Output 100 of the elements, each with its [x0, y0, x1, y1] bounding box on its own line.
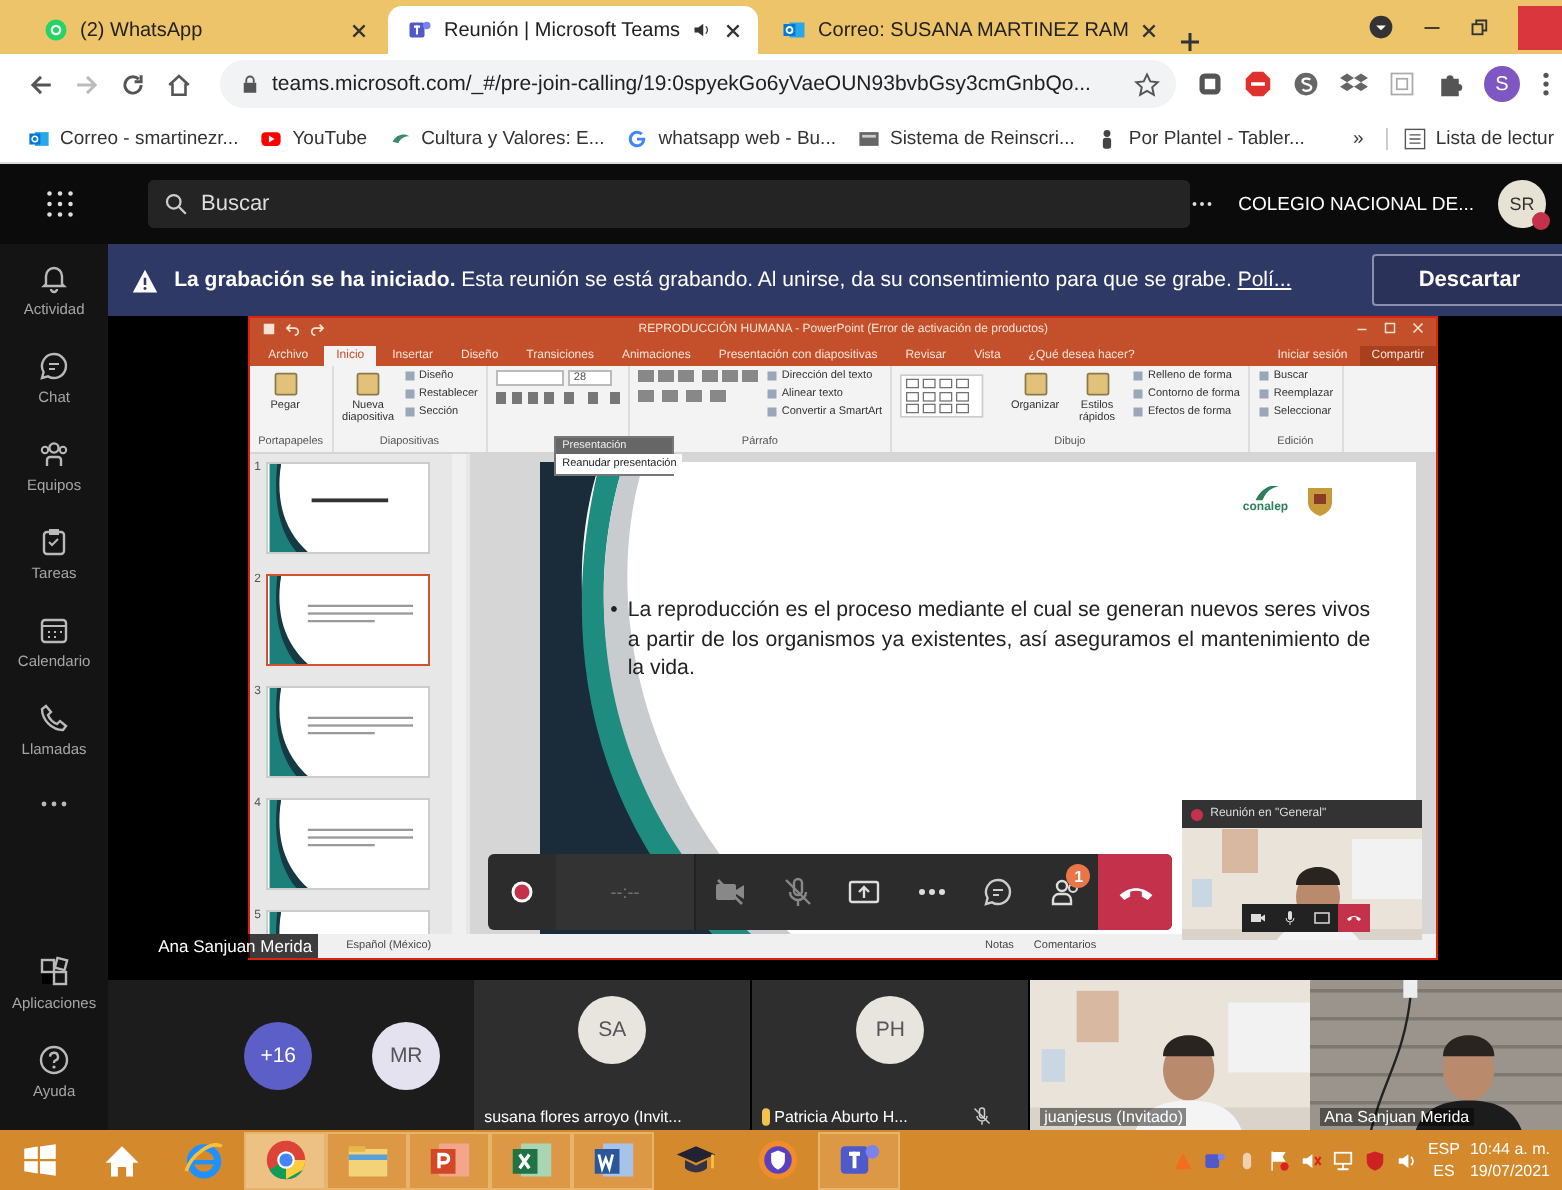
dropdown-icon[interactable]	[1368, 14, 1394, 40]
share-screen-icon	[848, 876, 881, 908]
extension-icon[interactable]	[1196, 70, 1224, 98]
ribbon-command-icon	[271, 370, 300, 398]
slide-thumbnail[interactable]	[266, 462, 431, 554]
document-app-icon[interactable]	[591, 1138, 635, 1182]
ribbon-command-icon	[1021, 370, 1050, 398]
font-name-field[interactable]	[495, 370, 564, 386]
start-icon[interactable]	[22, 1142, 58, 1178]
bookmark[interactable]: Cultura y Valores: E...	[389, 127, 605, 149]
taskbar-app[interactable]	[490, 1131, 572, 1189]
chat-bubble-icon	[44, 18, 68, 42]
skype-icon[interactable]	[1292, 70, 1320, 98]
adblock-icon[interactable]	[1244, 70, 1272, 98]
ribbon-command-icon	[354, 370, 383, 398]
camera-icon[interactable]	[1250, 910, 1267, 926]
hang-up-button[interactable]	[1098, 854, 1173, 930]
calendar-icon[interactable]	[38, 614, 71, 646]
reload-icon[interactable]	[120, 71, 146, 97]
user-avatar[interactable]: SR	[1498, 180, 1546, 228]
taskbar-app[interactable]	[408, 1131, 490, 1189]
record-icon	[1190, 807, 1205, 821]
reading-list-button[interactable]: Lista de lectur	[1385, 127, 1554, 149]
organization-name[interactable]: COLEGIO NACIONAL DE...	[1238, 193, 1474, 215]
participant-tile[interactable]: SA susana flores arroyo (Invit...	[474, 980, 751, 1130]
mic-off-icon	[781, 876, 814, 908]
speaker-name: Ana Sanjuan Merida	[152, 934, 319, 958]
policy-link[interactable]: Polí...	[1237, 268, 1292, 292]
clipboard-icon[interactable]	[38, 526, 71, 558]
share-screen-icon[interactable]	[1314, 910, 1331, 926]
flag-icon[interactable]	[1267, 1149, 1290, 1171]
spreadsheet-app-icon[interactable]	[509, 1138, 553, 1182]
chat-icon	[982, 876, 1015, 908]
taskbar-app[interactable]	[572, 1131, 654, 1189]
browser-tab[interactable]: Correo: SUSANA MARTINEZ RAM	[762, 6, 1175, 54]
bookmark[interactable]: Sistema de Reinscri...	[857, 127, 1075, 149]
participant-name: juanjesus (Invitado)	[1040, 1108, 1187, 1126]
volume-icon[interactable]	[1299, 1149, 1322, 1171]
search-icon	[164, 192, 189, 216]
call-timer: --:--	[555, 854, 697, 930]
back-icon[interactable]	[28, 71, 54, 97]
new-tab-icon[interactable]	[1178, 30, 1203, 54]
play-icon	[260, 127, 283, 149]
bell-icon[interactable]	[38, 262, 71, 294]
address-field[interactable]: teams.microsoft.com/_#/pre-join-calling/19:0spyekGo6yVaeOUN93bvbGsy3cmGnbQo...	[220, 60, 1176, 108]
dismiss-button[interactable]: Descartar	[1372, 254, 1562, 306]
home-icon[interactable]	[166, 71, 192, 97]
participant-tile[interactable]: PH Patricia Aburto H...	[752, 980, 1029, 1130]
chat-icon[interactable]	[38, 350, 71, 382]
scrollbar[interactable]	[452, 454, 467, 934]
puzzle-icon[interactable]	[1436, 70, 1464, 98]
phone-icon[interactable]	[38, 702, 71, 734]
undo-icon[interactable]	[286, 322, 301, 336]
google-icon	[626, 127, 649, 149]
slide-thumbnail[interactable]	[266, 574, 431, 666]
page-icon	[857, 127, 880, 149]
phone-icon[interactable]	[1346, 910, 1363, 926]
menu-icon[interactable]	[1540, 70, 1552, 98]
slide-thumbnail[interactable]	[266, 686, 431, 778]
participant-avatar[interactable]: MR	[372, 1021, 441, 1089]
mail-icon	[782, 18, 807, 42]
slide-thumbnail[interactable]	[266, 798, 431, 890]
restore-icon[interactable]	[1384, 322, 1397, 334]
more-participants-badge[interactable]: +16	[244, 1021, 313, 1089]
bullet-marker: •	[610, 596, 618, 626]
bookmark[interactable]: Correo - smartinezr...	[28, 127, 239, 149]
recording-notice: La grabación se ha iniciado. Esta reunión se está grabando. Al unirse, da su consentimiento para que se grabe. Polí...	[174, 268, 1294, 292]
participant-avatar: SA	[578, 996, 647, 1064]
star-icon[interactable]	[1134, 71, 1160, 97]
more-icon	[915, 888, 948, 896]
participant-name: susana flores arroyo (Invit...	[484, 1108, 682, 1126]
more-bookmarks-button[interactable]: »	[1353, 127, 1364, 149]
network-icon[interactable]	[1331, 1149, 1354, 1171]
app-launcher-icon[interactable]	[45, 190, 74, 218]
browser-tab[interactable]: Reunión | Microsoft Teams	[388, 6, 759, 54]
mic-icon[interactable]	[1282, 910, 1299, 926]
save-icon[interactable]	[262, 322, 277, 336]
help-icon[interactable]	[38, 1044, 71, 1076]
font-format-icons[interactable]	[495, 392, 620, 404]
paragraph-format-icons[interactable]	[637, 370, 758, 382]
shield-circle-icon[interactable]	[755, 1138, 799, 1182]
search-field[interactable]: Buscar	[148, 180, 1191, 228]
bookmark[interactable]: whatsapp web - Bu...	[626, 127, 836, 149]
restore-icon[interactable]	[1470, 17, 1490, 37]
participant-avatar: PH	[856, 996, 925, 1064]
apps-icon[interactable]	[38, 956, 71, 988]
bookmark[interactable]: YouTube	[260, 127, 368, 149]
leaf-logo-icon	[1251, 486, 1280, 502]
chrome-icon[interactable]	[263, 1138, 307, 1182]
browser-tab[interactable]: (2) WhatsApp	[24, 6, 384, 54]
bookmark[interactable]: Por Plantel - Tabler...	[1096, 127, 1305, 149]
participant-name: Patricia Aburto H...	[774, 1108, 908, 1126]
presentation-app-icon[interactable]	[427, 1138, 471, 1182]
taskbar-app[interactable]	[818, 1131, 900, 1189]
redo-icon[interactable]	[310, 322, 325, 336]
profile-avatar[interactable]: S	[1484, 66, 1520, 102]
people-icon[interactable]	[38, 438, 71, 470]
list-icon	[1403, 127, 1426, 149]
speaker-icon[interactable]	[692, 20, 713, 40]
notification-badge: 1	[1066, 864, 1091, 888]
